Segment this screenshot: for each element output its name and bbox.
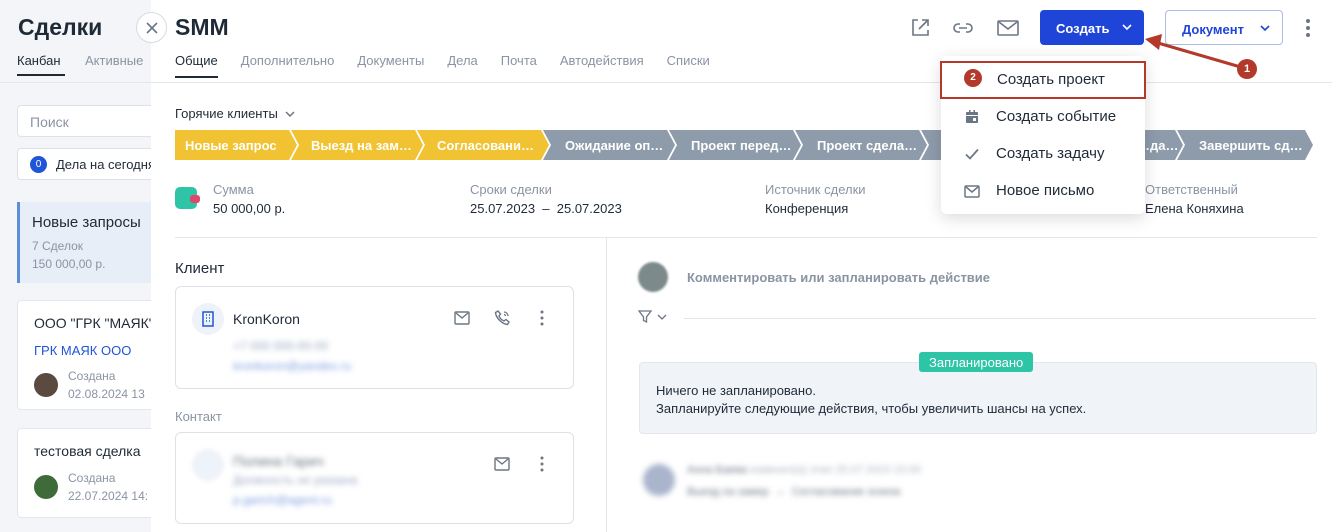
annotation-arrow: [1145, 34, 1245, 70]
annotation-step-1: 1: [1237, 59, 1257, 79]
annotation-step-2: 2: [964, 69, 982, 87]
